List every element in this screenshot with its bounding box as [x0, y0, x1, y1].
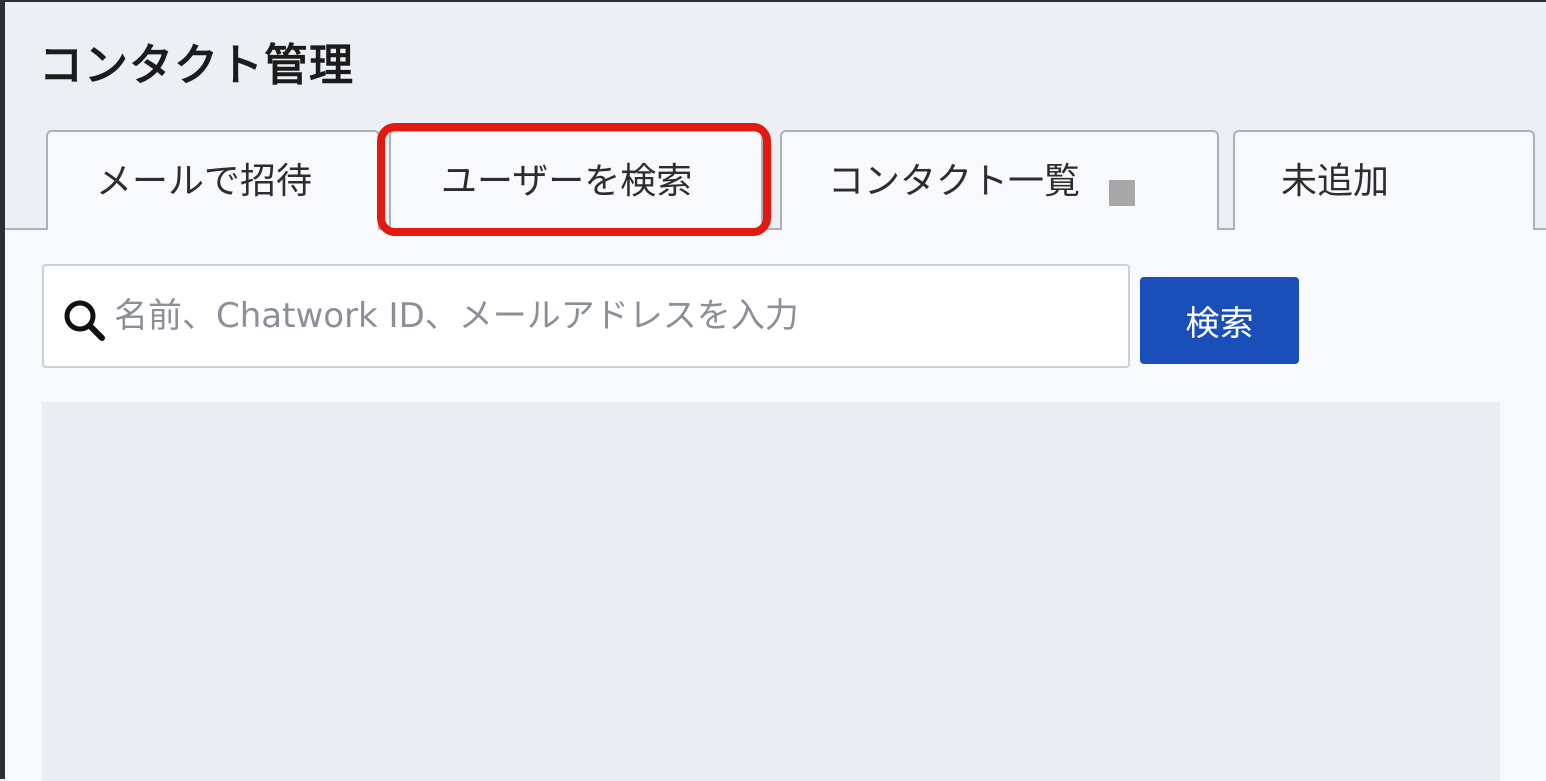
tab-label: コンタクト一覧: [828, 161, 1081, 202]
tab-contact-list[interactable]: コンタクト一覧: [780, 130, 1219, 230]
search-input[interactable]: [114, 266, 1114, 366]
contact-count-badge: [1109, 180, 1135, 206]
tab-label: メールで招待: [96, 161, 313, 202]
tab-invite-by-email[interactable]: メールで招待: [46, 130, 380, 230]
tab-label: ユーザーを検索: [441, 161, 693, 202]
tab-search-users[interactable]: ユーザーを検索: [389, 130, 763, 232]
contact-management-window: コンタクト管理 メールで招待 ユーザーを検索 コンタクト一覧 未追加 検索: [0, 0, 1546, 781]
search-results-area: [42, 402, 1500, 781]
search-icon: [64, 300, 105, 341]
search-field-container[interactable]: [42, 264, 1130, 368]
page-title: コンタクト管理: [39, 40, 354, 91]
tab-label: 未追加: [1281, 161, 1390, 202]
search-button[interactable]: 検索: [1140, 277, 1299, 364]
tab-not-added[interactable]: 未追加: [1233, 130, 1535, 230]
